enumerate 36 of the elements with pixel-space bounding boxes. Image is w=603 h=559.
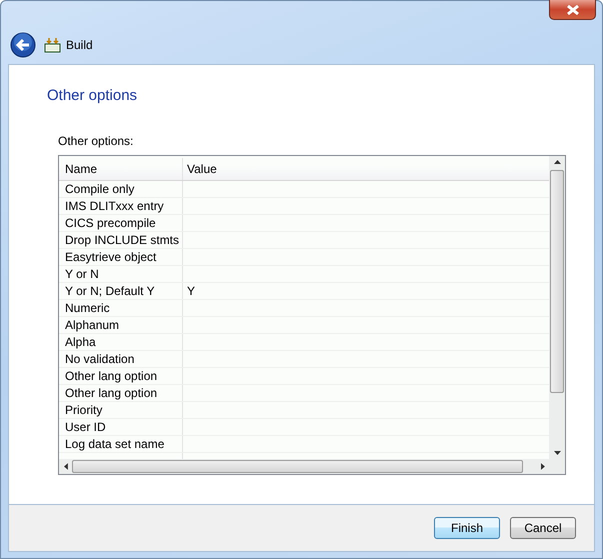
table-cell: Numeric [59,300,183,316]
build-icon [44,37,61,53]
table-cell: Alpha [59,334,183,350]
table-cell: CICS precompile [59,215,183,231]
page-heading: Other options [47,87,138,104]
scroll-thumb[interactable] [72,460,524,473]
scroll-right-icon[interactable] [541,463,546,470]
table-cell: Y or N; Default Y [59,283,183,299]
table-cell: Other lang option [59,385,183,401]
column-header[interactable]: Value [183,158,549,180]
dialog-button[interactable]: Cancel [510,517,576,539]
scroll-thumb[interactable] [550,170,564,393]
table-cell-text: Y [186,283,196,299]
table-cell: User ID [59,419,183,435]
table-cell: Priority [59,402,183,418]
list-label: Other options: [58,134,134,148]
scroll-left-icon[interactable] [64,463,68,470]
window-title: Build [66,38,93,52]
horizontal-scrollbar[interactable] [59,459,565,474]
table-cell: Y or N [59,266,183,282]
table-cell: Easytrieve object [59,249,183,265]
table-cell: Compile only [59,181,183,197]
column-header[interactable]: Name [59,158,183,180]
table-cell: Other lang option [59,368,183,384]
close-icon [566,4,580,14]
table-cell: No validation [59,351,183,367]
table-cell: Log data set name [59,436,183,452]
scroll-down-icon[interactable] [554,451,560,455]
scroll-up-icon[interactable] [554,160,560,164]
back-button[interactable] [10,32,36,58]
vertical-scrollbar[interactable] [549,156,565,459]
table-cell: IMS DLITxxx entry [59,198,183,214]
table-cell: Alphanum [59,317,183,333]
dialog-button[interactable]: Finish [434,517,500,539]
table-cell: Drop INCLUDE stmts [59,232,183,248]
close-button[interactable] [549,0,596,20]
